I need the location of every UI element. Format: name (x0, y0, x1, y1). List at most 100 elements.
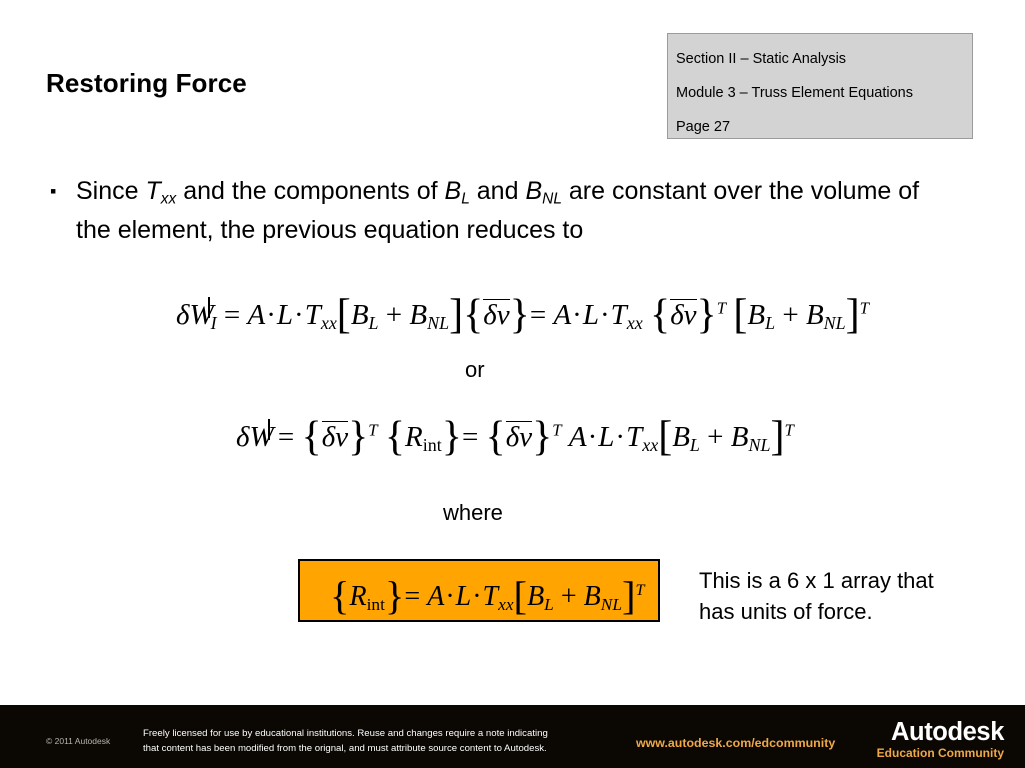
eq1-equals-1: = (223, 298, 241, 331)
footer-license-line2: that content has been modified from the … (143, 743, 547, 754)
eq3-r-sub: int (366, 594, 385, 614)
bullet-marker-icon: ▪ (50, 181, 57, 201)
connector-or: or (465, 357, 485, 382)
eq1-v-2: v (683, 298, 697, 331)
eq2-equals-2: = (461, 420, 479, 453)
eq3-sup-t: T (635, 580, 645, 599)
eq3-a: A (427, 580, 445, 612)
eq1-sup-t-1: T (716, 298, 727, 318)
header-info-box: Section II – Static Analysis Module 3 – … (667, 33, 973, 139)
eq1-equals-2: = (529, 298, 547, 331)
eq2-l: L (598, 420, 615, 453)
eq3-rbracket: ] (621, 573, 636, 618)
footer-bar: © 2011 Autodesk Freely licensed for use … (0, 705, 1025, 768)
eq3-dot-1: · (445, 580, 455, 612)
eq2-dot-2: · (615, 420, 626, 453)
header-line-page: Page 27 (676, 119, 731, 135)
eq2-plus: + (707, 420, 724, 453)
eq3-b-l: B (527, 580, 545, 612)
equation-internal-work: δWI = A·L·Txx[BL + BNL]{δv}= A·L·Txx {δv… (176, 291, 869, 339)
equation-virtual-work: δW = {δv}T {Rint}= {δv}T A·L·Txx[BL + BN… (236, 413, 794, 461)
eq1-plus-1: + (385, 298, 403, 331)
eq2-delta-v-2: δ (505, 420, 520, 453)
eq3-lbracket: [ (513, 573, 528, 618)
eq2-dot-1: · (587, 420, 598, 453)
eq1-b-nl-sub-1: NL (427, 312, 450, 333)
eq3-t-sub: xx (498, 594, 514, 614)
bullet-var-b-nl: B (525, 177, 543, 205)
eq2-sup-t-2: T (552, 420, 562, 440)
equation-internal-force: {Rint}= A·L·Txx[BL + BNL]T (330, 572, 645, 619)
eq1-plus-2: + (782, 298, 799, 331)
eq1-v-1: v (496, 298, 510, 331)
footer-license-line1: Freely licensed for use by educational i… (143, 728, 548, 739)
bullet-text: Since Txx and the components of BL and B… (76, 172, 946, 250)
eq2-t: T (626, 420, 643, 453)
eq3-equals: = (404, 580, 421, 612)
header-line-section: Section II – Static Analysis (676, 51, 847, 67)
eq2-v-2: v (519, 420, 533, 453)
bullet-block: ▪ Since Txx and the components of BL and… (46, 172, 946, 250)
connector-where: where (443, 500, 503, 525)
bullet-row: ▪ Since Txx and the components of BL and… (46, 172, 946, 250)
eq3-dot-2: · (472, 580, 482, 612)
bullet-var-b-l: B (444, 177, 462, 205)
eq2-sup-t-3: T (784, 420, 794, 440)
eq3-t: T (482, 580, 499, 612)
eq2-lbrace-1: { (301, 414, 322, 460)
eq2-r: R (405, 420, 423, 453)
eq2-rbracket: ] (770, 414, 785, 460)
eq2-lbrace-2: { (384, 414, 406, 460)
eq1-deltav-2: δv (670, 298, 697, 331)
eq1-b-l-1: B (350, 298, 369, 331)
eq1-lbracket-1: [ (336, 292, 351, 338)
eq1-dot-4: · (599, 298, 610, 331)
eq1-dot-1: · (266, 298, 276, 331)
eq1-b-nl-1: B (409, 298, 428, 331)
eq3-b-nl-sub: NL (600, 594, 622, 614)
eq2-rbrace-2: } (441, 414, 462, 460)
eq1-delta: δ (176, 298, 190, 331)
eq2-deltav-2: δv (505, 420, 533, 453)
eq2-w: W (249, 420, 274, 453)
eq2-b-l: B (672, 420, 690, 453)
eq1-deltav-1: δv (483, 298, 510, 331)
eq1-sub-i: I (210, 312, 217, 333)
header-line-module: Module 3 – Truss Element Equations (676, 85, 913, 101)
eq2-b-l-sub: L (689, 434, 700, 455)
eq2-deltav-1: δv (321, 420, 349, 453)
eq2-delta-v-1: δ (321, 420, 336, 453)
footer-url-link[interactable]: www.autodesk.com/edcommunity (636, 736, 835, 750)
autodesk-logo: Autodesk Education Community (872, 719, 1005, 761)
eq2-rbrace-3: } (532, 414, 553, 460)
bullet-var-t-sub: xx (160, 190, 177, 208)
eq1-b-nl-2: B (805, 298, 824, 331)
autodesk-logo-tagline: Education Community (876, 746, 1004, 760)
eq1-artifact-bar (207, 297, 210, 318)
bullet-text-part1: Since (76, 177, 146, 205)
eq2-a: A (568, 420, 587, 453)
eq1-rbrace-2: } (696, 292, 717, 338)
eq1-t-1: T (304, 298, 321, 331)
eq2-t-sub: xx (642, 434, 659, 455)
eq2-artifact-bar (267, 419, 270, 440)
eq1-b-nl-sub-2: NL (823, 312, 846, 333)
slide-canvas: Section II – Static Analysis Module 3 – … (0, 0, 1025, 768)
eq2-lbrace-3: { (485, 414, 506, 460)
eq3-lbrace: { (330, 573, 350, 618)
eq2-delta: δ (236, 420, 250, 453)
eq1-lbrace-2: { (650, 292, 671, 338)
eq1-rbracket-2: ] (845, 292, 860, 338)
eq3-b-nl: B (583, 580, 601, 612)
eq1-b-l-2: B (747, 298, 766, 331)
bullet-text-part2: and the components of (176, 177, 445, 205)
eq1-dot-2: · (294, 298, 304, 331)
eq3-plus: + (560, 580, 577, 612)
eq1-l-1: L (276, 298, 294, 331)
eq2-v-1: v (335, 420, 349, 453)
eq1-rbracket-1: ] (449, 292, 464, 338)
eq1-rbrace-1: } (509, 292, 530, 338)
eq1-t-2: T (610, 298, 627, 331)
eq2-b-nl: B (730, 420, 749, 453)
eq1-delta-v-1: δ (483, 298, 497, 331)
